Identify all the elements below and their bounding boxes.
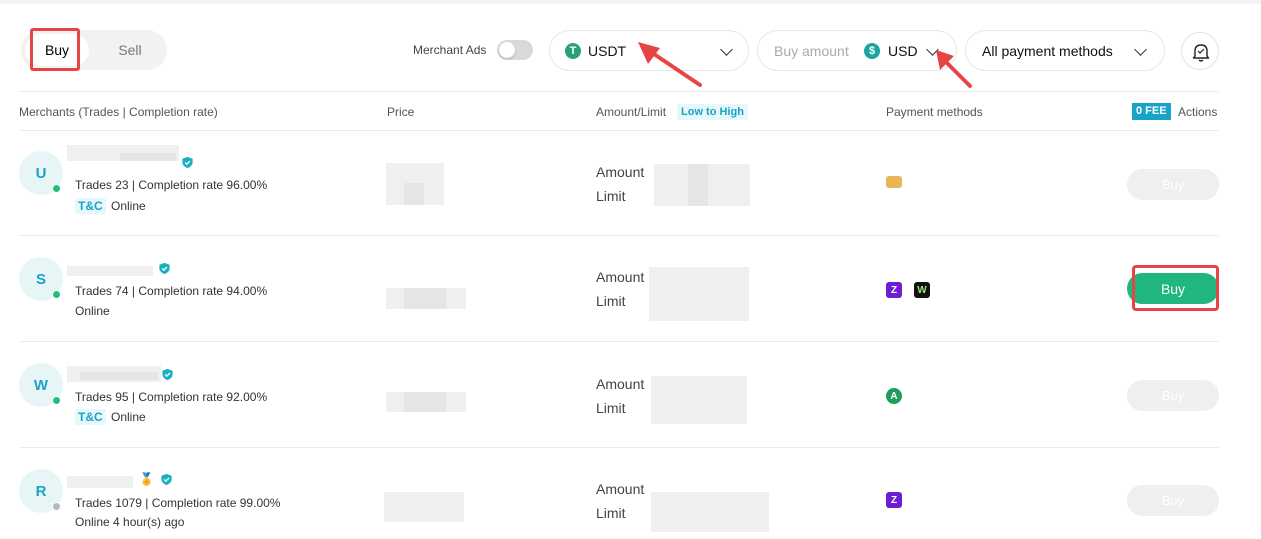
buy-button[interactable]: Buy	[1127, 380, 1219, 411]
merchant-stats: Trades 1079 | Completion rate 99.00%	[75, 496, 281, 510]
verified-shield-icon	[162, 368, 173, 381]
annotation-highlight-buy-button	[1132, 265, 1219, 311]
bell-icon	[1192, 44, 1210, 62]
card-icon	[886, 176, 902, 188]
redaction-block	[404, 288, 446, 309]
verified-shield-icon	[161, 473, 172, 486]
amount-field[interactable]: Buy amount $ USD	[757, 30, 957, 71]
online-status: Online 4 hour(s) ago	[75, 515, 185, 529]
offline-status-dot	[52, 502, 61, 511]
amount-limit-redacted	[651, 376, 747, 424]
merchant-name-redacted[interactable]	[67, 476, 133, 488]
payment-method-select[interactable]: All payment methods	[965, 30, 1165, 71]
annotation-arrow-coin	[638, 42, 702, 87]
verified-shield-icon	[159, 262, 170, 275]
redaction-block	[120, 153, 176, 161]
wallet-icon: W	[914, 282, 930, 298]
amount-limit-redacted	[651, 492, 769, 532]
chevron-down-icon	[720, 43, 733, 56]
merchant-stats: Trades 95 | Completion rate 92.00%	[75, 390, 268, 404]
price-redacted	[384, 492, 464, 522]
switch-knob	[499, 42, 515, 58]
table-row: U Trades 23 | Completion rate 96.00% T&C…	[0, 131, 1261, 236]
zero-fee-badge: 0 FEE	[1132, 103, 1171, 120]
buy-button[interactable]: Buy	[1127, 169, 1219, 200]
amount-label: Amount	[596, 269, 645, 285]
merchant-name-redacted[interactable]	[67, 266, 153, 276]
divider	[19, 91, 1219, 92]
amount-label: Amount	[596, 481, 645, 497]
payment-filter-value: All payment methods	[982, 43, 1113, 59]
amount-placeholder[interactable]: Buy amount	[774, 43, 849, 59]
limit-label: Limit	[596, 188, 626, 204]
verified-shield-icon	[182, 156, 193, 169]
sort-low-to-high[interactable]: Low to High	[677, 104, 748, 120]
header-amount-limit: Amount/Limit	[596, 105, 667, 119]
buy-button[interactable]: Buy	[1127, 485, 1219, 516]
redaction-block	[688, 164, 708, 206]
limit-label: Limit	[596, 505, 626, 521]
online-status-dot	[52, 396, 61, 405]
merchant-stats: Trades 23 | Completion rate 96.00%	[75, 178, 268, 192]
online-status: Online	[111, 410, 146, 424]
online-status-dot	[52, 290, 61, 299]
currency-value[interactable]: USD	[888, 43, 918, 59]
header-merchants: Merchants (Trades | Completion rate)	[19, 105, 218, 119]
amount-label: Amount	[596, 376, 645, 392]
merchant-ads-switch[interactable]	[497, 40, 533, 60]
zelle-icon: Z	[886, 282, 902, 298]
limit-label: Limit	[596, 400, 626, 416]
sell-tab[interactable]: Sell	[101, 34, 159, 66]
header-actions: Actions	[1178, 105, 1218, 119]
merchant-stats: Trades 74 | Completion rate 94.00%	[75, 284, 268, 298]
green-bank-icon: A	[886, 388, 902, 404]
terms-badge[interactable]: T&C	[75, 409, 106, 425]
table-row: S Trades 74 | Completion rate 94.00% Onl…	[0, 236, 1261, 342]
tether-icon: T	[565, 43, 581, 59]
amount-limit-redacted	[649, 267, 749, 321]
terms-badge[interactable]: T&C	[75, 198, 106, 214]
medal-icon: 🏅	[139, 472, 154, 486]
annotation-highlight-buy-tab	[30, 28, 80, 71]
online-status: Online	[111, 199, 146, 213]
chevron-down-icon	[1134, 43, 1147, 56]
alert-bell-button[interactable]	[1181, 32, 1219, 70]
amount-label: Amount	[596, 164, 645, 180]
header-payment-methods: Payment methods	[886, 105, 983, 119]
redaction-block	[404, 183, 424, 205]
redaction-block	[80, 372, 158, 380]
online-status: Online	[75, 304, 110, 318]
table-row: W Trades 95 | Completion rate 92.00% T&C…	[0, 342, 1261, 448]
merchant-ads-label: Merchant Ads	[413, 43, 487, 57]
zelle-icon: Z	[886, 492, 902, 508]
coin-value: USDT	[588, 43, 627, 59]
top-divider	[0, 0, 1261, 4]
table-row: R 🏅 Trades 1079 | Completion rate 99.00%…	[0, 448, 1261, 539]
header-price: Price	[387, 105, 415, 119]
redaction-block	[404, 392, 446, 412]
dollar-coin-icon: $	[864, 43, 880, 59]
annotation-arrow-currency	[936, 50, 972, 88]
limit-label: Limit	[596, 293, 626, 309]
online-status-dot	[52, 184, 61, 193]
